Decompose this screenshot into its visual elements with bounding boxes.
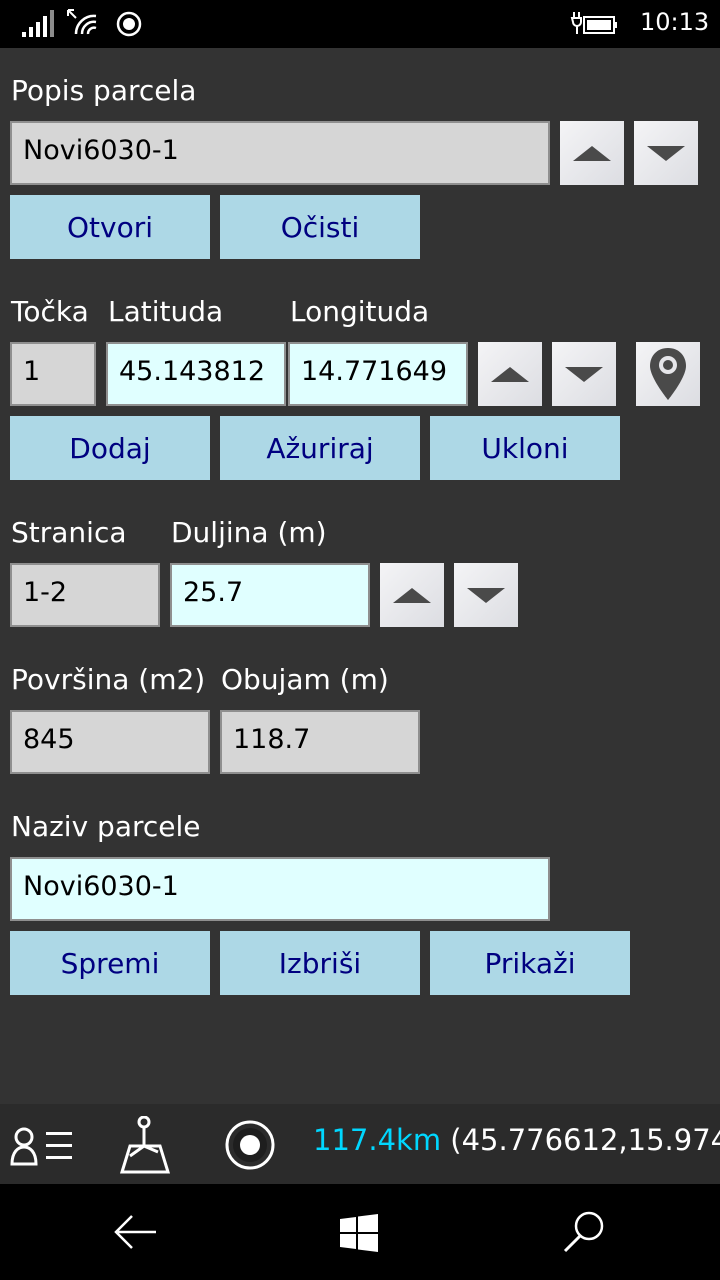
parcel-list-value: Novi6030-1: [23, 134, 179, 166]
signal-strength-icon: [22, 10, 54, 37]
parcel-list-up-button[interactable]: [560, 121, 624, 185]
parcel-list-select[interactable]: Novi6030-1: [10, 121, 550, 185]
side-up-button[interactable]: [380, 563, 444, 627]
perimeter-field[interactable]: 118.7: [220, 710, 420, 774]
battery-charging-icon: [570, 12, 617, 34]
parcel-list-down-button[interactable]: [634, 121, 698, 185]
clock: 10:13: [640, 8, 710, 36]
side-value: 1-2: [23, 576, 68, 608]
arrow-up-icon: [491, 366, 529, 382]
side-down-button[interactable]: [454, 563, 518, 627]
side-label: Stranica: [11, 516, 127, 549]
area-field[interactable]: 845: [10, 710, 210, 774]
perimeter-label: Obujam (m): [221, 663, 389, 696]
wifi-icon: [67, 9, 97, 35]
record-icon[interactable]: [224, 1119, 276, 1171]
system-nav-bar: [0, 1184, 720, 1280]
remove-point-button[interactable]: Ukloni: [430, 416, 620, 480]
parcel-list-label: Popis parcela: [11, 74, 197, 107]
latitude-label: Latituda: [108, 295, 224, 328]
latitude-value: 45.143812: [119, 355, 266, 387]
map-pin-icon: [650, 348, 686, 400]
land-survey-icon[interactable]: [120, 1116, 170, 1174]
distance-text: 117.4km: [313, 1123, 442, 1157]
area-label: Površina (m2): [11, 663, 206, 696]
point-field[interactable]: 1: [10, 342, 96, 406]
arrow-down-icon: [467, 587, 505, 603]
longitude-field[interactable]: 14.771649: [288, 342, 468, 406]
app-bar: 117.4km (45.776612,15.97481: [0, 1104, 720, 1184]
point-label: Točka: [11, 295, 89, 328]
length-label: Duljina (m): [171, 516, 327, 549]
arrow-up-icon: [393, 587, 431, 603]
point-down-button[interactable]: [552, 342, 616, 406]
point-up-button[interactable]: [478, 342, 542, 406]
delete-button[interactable]: Izbriši: [220, 931, 420, 995]
person-list-icon[interactable]: [10, 1126, 74, 1166]
length-field[interactable]: 25.7: [170, 563, 370, 627]
clear-button[interactable]: Očisti: [220, 195, 420, 259]
point-value: 1: [23, 355, 41, 387]
gps-readout: 117.4km (45.776612,15.97481: [313, 1123, 720, 1157]
add-point-button[interactable]: Dodaj: [10, 416, 210, 480]
arrow-down-icon: [647, 145, 685, 161]
arrow-down-icon: [565, 366, 603, 382]
locate-button[interactable]: [636, 342, 700, 406]
update-point-button[interactable]: Ažuriraj: [220, 416, 420, 480]
longitude-value: 14.771649: [301, 355, 448, 387]
location-icon: [116, 11, 142, 37]
show-button[interactable]: Prikaži: [430, 931, 630, 995]
parcel-name-value: Novi6030-1: [23, 870, 179, 902]
perimeter-value: 118.7: [233, 723, 311, 755]
arrow-up-icon: [573, 145, 611, 161]
back-icon[interactable]: [114, 1212, 158, 1252]
side-field[interactable]: 1-2: [10, 563, 160, 627]
latitude-field[interactable]: 45.143812: [106, 342, 286, 406]
parcel-name-label: Naziv parcele: [11, 810, 201, 843]
longitude-label: Longituda: [290, 295, 430, 328]
open-button[interactable]: Otvori: [10, 195, 210, 259]
length-value: 25.7: [183, 576, 244, 608]
coordinates-text: (45.776612,15.97481: [450, 1123, 720, 1157]
area-value: 845: [23, 723, 75, 755]
windows-start-icon[interactable]: [340, 1214, 378, 1252]
search-icon[interactable]: [562, 1210, 606, 1254]
parcel-name-field[interactable]: Novi6030-1: [10, 857, 550, 921]
save-button[interactable]: Spremi: [10, 931, 210, 995]
status-bar: 10:13: [0, 0, 720, 48]
